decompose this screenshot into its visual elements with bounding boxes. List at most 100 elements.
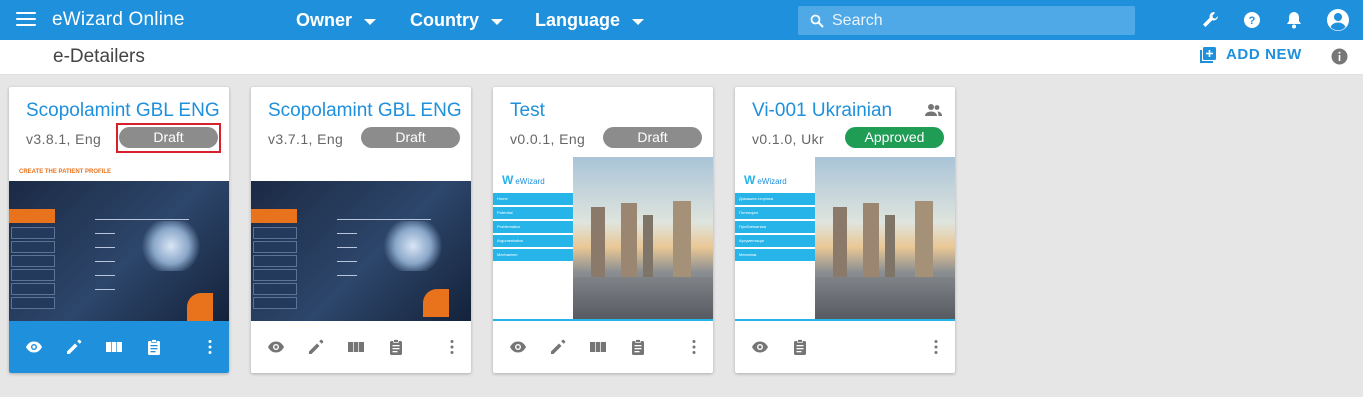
card-version: v3.8.1, Eng: [26, 131, 102, 147]
pencil-icon[interactable]: [65, 338, 83, 356]
thumbnail-decoration: [915, 201, 933, 279]
card-title[interactable]: Scopolamint GBL ENG: [26, 100, 220, 122]
thumbnail-menu-item: Механізм: [735, 249, 815, 261]
people-icon: [925, 104, 942, 116]
bell-icon[interactable]: [1284, 10, 1304, 30]
clipboard-icon[interactable]: [145, 338, 163, 356]
card-title[interactable]: Scopolamint GBL ENG: [268, 100, 462, 122]
thumbnail-menu-item: Home: [493, 193, 573, 205]
language-filter-label: Language: [535, 10, 621, 30]
thumbnail-decoration: [815, 277, 955, 321]
thumbnail-decoration: [253, 227, 297, 239]
edetailer-card[interactable]: Scopolamint GBL ENG v3.7.1, Eng Draft: [251, 87, 471, 373]
highlight-box: [116, 123, 221, 153]
thumbnail-decoration: [253, 269, 297, 281]
eye-icon[interactable]: [509, 338, 527, 356]
thumbnail-menu: Home Potential Problematics Argumentatio…: [493, 193, 573, 263]
add-new-button[interactable]: ADD NEW: [1200, 46, 1302, 63]
book-icon[interactable]: [105, 338, 123, 356]
card-version: v0.1.0, Ukr: [752, 131, 825, 147]
card-thumbnail[interactable]: [251, 157, 471, 321]
chevron-down-icon: [632, 18, 645, 25]
info-icon[interactable]: [1331, 48, 1348, 65]
card-version: v0.0.1, Eng: [510, 131, 586, 147]
edetailer-card[interactable]: Scopolamint GBL ENG v3.8.1, Eng Draft CR…: [9, 87, 229, 373]
chevron-down-icon: [491, 18, 503, 25]
clipboard-icon[interactable]: [791, 338, 809, 356]
thumbnail-decoration: [337, 233, 357, 234]
wrench-icon[interactable]: [1200, 10, 1220, 30]
thumbnail-body: [9, 181, 229, 321]
thumbnail-decoration: [11, 241, 55, 253]
clipboard-icon[interactable]: [387, 338, 405, 356]
help-icon[interactable]: ?: [1242, 10, 1262, 30]
pencil-icon[interactable]: [307, 338, 325, 356]
thumbnail-decoration: [95, 289, 115, 290]
search-icon: [810, 14, 824, 28]
thumbnail-menu-item: Problematics: [493, 221, 573, 233]
thumbnail-decoration: [573, 277, 713, 321]
thumbnail-decoration: [833, 207, 847, 279]
thumbnail-decoration: [673, 201, 691, 279]
card-thumbnail[interactable]: CREATE THE PATIENT PROFILE: [9, 157, 229, 321]
pencil-icon[interactable]: [549, 338, 567, 356]
thumbnail-decoration: [11, 283, 55, 295]
page-title: e-Detailers: [53, 46, 145, 67]
app-bar: eWizard Online Owner Country Language ?: [0, 0, 1363, 40]
card-thumbnail[interactable]: WeWizard Домашня сторінка Потенціал Проб…: [735, 157, 955, 321]
card-thumbnail[interactable]: WeWizard Home Potential Problematics Arg…: [493, 157, 713, 321]
card-title[interactable]: Test: [510, 100, 545, 122]
eye-icon[interactable]: [751, 338, 769, 356]
search-input[interactable]: [832, 11, 1112, 30]
thumbnail-decoration: [337, 247, 357, 248]
book-icon[interactable]: [347, 338, 365, 356]
add-new-label: ADD NEW: [1226, 46, 1302, 63]
app-title: eWizard Online: [52, 9, 185, 30]
thumbnail-decoration: [423, 289, 449, 317]
account-icon[interactable]: [1326, 8, 1350, 32]
search-box[interactable]: [798, 6, 1135, 35]
edetailer-card[interactable]: Test v0.0.1, Eng Draft WeWizard Home Pot…: [493, 87, 713, 373]
thumbnail-decoration: [621, 203, 637, 279]
clipboard-icon[interactable]: [629, 338, 647, 356]
card-title[interactable]: Vi-001 Ukrainian: [752, 100, 892, 122]
thumbnail-decoration: [11, 297, 55, 309]
thumbnail-menu-item: Argumentation: [493, 235, 573, 247]
more-vert-icon[interactable]: [443, 338, 461, 356]
thumbnail-decoration: [253, 255, 297, 267]
card-version: v3.7.1, Eng: [268, 131, 344, 147]
eye-icon[interactable]: [267, 338, 285, 356]
owner-filter-label: Owner: [296, 10, 353, 30]
thumbnail-decoration: [95, 233, 115, 234]
svg-text:?: ?: [1249, 15, 1256, 27]
card-actions: [735, 321, 955, 373]
more-vert-icon[interactable]: [685, 338, 703, 356]
eye-icon[interactable]: [25, 338, 43, 356]
card-actions: [493, 321, 713, 373]
thumbnail-menu-item: Проблематика: [735, 221, 815, 233]
status-badge: Draft: [361, 127, 460, 148]
thumbnail-decoration: [9, 209, 55, 223]
country-filter[interactable]: Country: [410, 10, 503, 31]
thumbnail-decoration: [337, 261, 357, 262]
more-vert-icon[interactable]: [927, 338, 945, 356]
edetailer-card[interactable]: Vi-001 Ukrainian v0.1.0, Ukr Approved We…: [735, 87, 955, 373]
thumbnail-decoration: [643, 215, 653, 279]
thumbnail-menu: Домашня сторінка Потенціал Проблематика …: [735, 193, 815, 263]
language-filter[interactable]: Language: [535, 10, 645, 31]
thumbnail-decoration: [253, 241, 297, 253]
add-box-icon: [1200, 46, 1216, 63]
book-icon[interactable]: [589, 338, 607, 356]
diamond-image: [141, 221, 201, 271]
thumbnail-menu-item: Домашня сторінка: [735, 193, 815, 205]
page-header: e-Detailers ADD NEW: [0, 40, 1363, 75]
more-vert-icon[interactable]: [201, 338, 219, 356]
thumbnail-decoration: [95, 261, 115, 262]
status-badge: Approved: [845, 127, 944, 148]
owner-filter[interactable]: Owner: [296, 10, 377, 31]
logo-text: eWizard: [757, 177, 787, 186]
hamburger-menu-icon[interactable]: [16, 12, 36, 28]
thumbnail-menu-item: Mechanism: [493, 249, 573, 261]
thumbnail-decoration: [95, 275, 115, 276]
thumbnail-body: [251, 181, 471, 321]
